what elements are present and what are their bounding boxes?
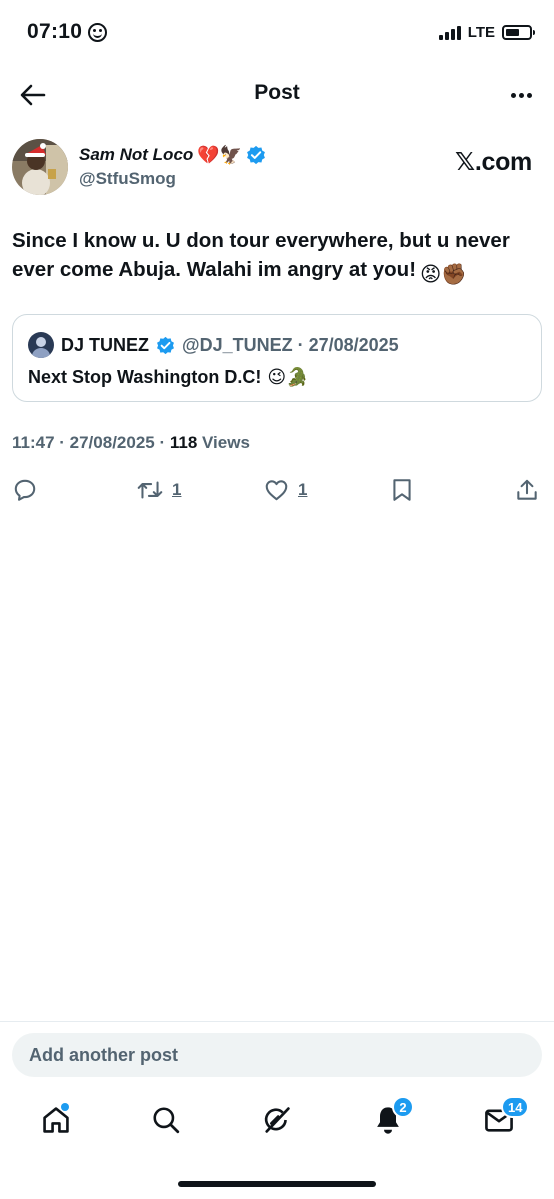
post-actions: 1 1 <box>12 472 542 508</box>
more-options-button[interactable] <box>506 80 536 110</box>
author-name-text: Sam Not Loco <box>79 145 194 164</box>
status-time: 07:10 <box>27 20 83 43</box>
share-button[interactable] <box>514 472 540 508</box>
post-emojis: 😡✊🏾 <box>420 263 467 286</box>
heart-icon <box>265 480 288 501</box>
status-time-group: 07:10 <box>27 20 108 44</box>
like-count[interactable]: 1 <box>298 480 307 500</box>
notifications-badge: 2 <box>392 1096 414 1118</box>
repost-count[interactable]: 1 <box>172 480 181 500</box>
nav-home[interactable] <box>36 1100 76 1140</box>
nav-messages[interactable]: 14 <box>479 1096 530 1140</box>
quoted-author-handle-date: @DJ_TUNEZ · 27/08/2025 <box>182 334 399 355</box>
x-com-logo: 𝕏.com <box>455 148 532 176</box>
focus-mode-icon <box>88 22 108 42</box>
nav-notifications[interactable]: 2 <box>368 1096 414 1140</box>
network-label: LTE <box>467 24 495 41</box>
search-icon <box>153 1107 180 1134</box>
nav-search[interactable] <box>146 1100 186 1140</box>
nav-grok[interactable] <box>257 1100 297 1140</box>
post-text: Since I know u. U don tour everywhere, b… <box>12 226 542 289</box>
verified-badge-icon <box>247 145 266 165</box>
battery-icon <box>502 25 535 40</box>
more-dots-icon <box>510 92 516 98</box>
reply-divider <box>0 1021 554 1022</box>
repost-icon <box>137 481 163 499</box>
author-avatar[interactable] <box>12 139 68 195</box>
bottom-nav: 2 14 <box>0 1092 554 1148</box>
signal-icon <box>438 25 461 40</box>
bookmark-icon <box>393 479 411 501</box>
quoted-post-emojis: 😉🐊 <box>267 367 309 387</box>
home-new-dot <box>61 1103 69 1111</box>
author-display-name[interactable]: Sam Not Loco 💔🦅 <box>79 143 266 167</box>
messages-badge: 14 <box>501 1096 530 1118</box>
status-bar: 07:10 LTE <box>0 0 554 66</box>
quoted-author-name: DJ TUNEZ <box>61 334 150 355</box>
verified-badge-icon <box>157 336 174 354</box>
reply-icon <box>14 479 36 501</box>
status-indicators: LTE <box>438 24 535 41</box>
quoted-post-body: Next Stop Washington D.C! <box>28 367 262 387</box>
post-timestamp: 11:47 · 27/08/2025 · <box>12 433 170 452</box>
views-label: Views <box>202 433 250 452</box>
author-name-emojis: 💔🦅 <box>197 144 243 165</box>
quoted-post-header: DJ TUNEZ @DJ_TUNEZ · 27/08/2025 <box>28 332 399 358</box>
reply-button[interactable] <box>12 472 38 508</box>
quoted-post-text: Next Stop Washington D.C! 😉🐊 <box>28 367 309 388</box>
page-title: Post <box>254 81 300 104</box>
home-indicator <box>178 1181 376 1187</box>
author-handle[interactable]: @StfuSmog <box>79 169 266 189</box>
views-count: 118 <box>169 433 198 452</box>
post-author: Sam Not Loco 💔🦅 @StfuSmog 𝕏.com <box>12 139 542 199</box>
post-meta: 11:47 · 27/08/2025 · 118 Views <box>12 433 250 453</box>
quoted-author-avatar <box>28 332 54 358</box>
share-icon <box>517 479 537 500</box>
author-names: Sam Not Loco 💔🦅 @StfuSmog <box>79 143 266 189</box>
add-post-input[interactable] <box>12 1033 542 1077</box>
like-button[interactable]: 1 <box>263 472 307 508</box>
grok-icon <box>264 1107 290 1133</box>
bookmark-button[interactable] <box>390 472 414 508</box>
header: Post <box>0 66 554 124</box>
repost-button[interactable]: 1 <box>136 472 181 508</box>
quoted-post[interactable]: DJ TUNEZ @DJ_TUNEZ · 27/08/2025 Next Sto… <box>12 314 542 402</box>
